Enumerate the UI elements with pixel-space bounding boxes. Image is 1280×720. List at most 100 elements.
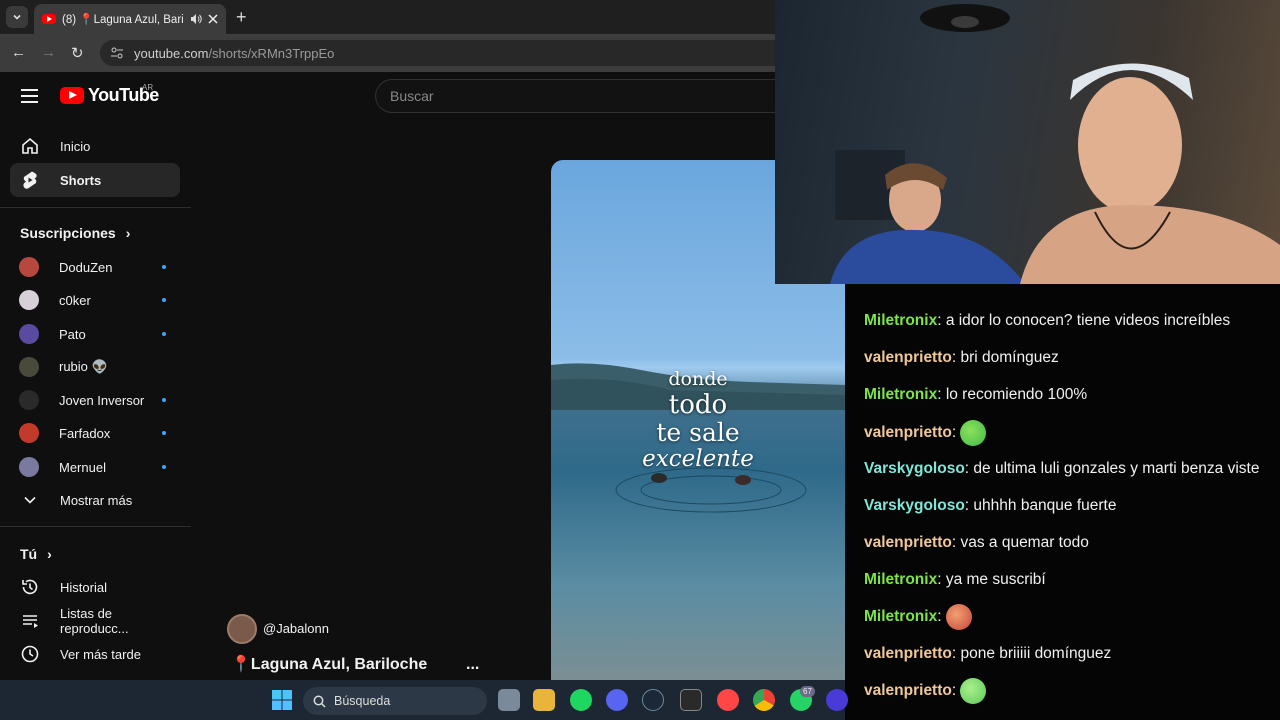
clock-icon (20, 644, 40, 664)
url-path: /shorts/xRMn3TrppEo (208, 45, 335, 61)
avatar (19, 423, 39, 443)
channel-handle[interactable]: @Jabalonn (263, 621, 329, 636)
sidebar-item-playlists[interactable]: Listas de reproducc... (10, 604, 180, 638)
address-bar[interactable]: youtube.com/shorts/xRMn3TrppEo (100, 40, 775, 66)
chevron-right-icon: › (47, 546, 52, 562)
sidebar-item-label: Listas de reproducc... (60, 606, 129, 636)
chat-message: Miletronix: (864, 604, 972, 630)
chat-text: : (951, 682, 957, 700)
sidebar-item-subscription[interactable]: Pato (10, 317, 180, 351)
chat-text: : lo recomiendo 100% (937, 386, 1088, 403)
more-options-button[interactable]: ... (466, 656, 479, 674)
short-title[interactable]: 📍Laguna Azul, Bariloche (231, 654, 427, 674)
site-info-icon[interactable] (110, 46, 124, 60)
chat-message: valenprietto: vas a quemar todo (864, 534, 1089, 552)
chat-username[interactable]: Miletronix (864, 608, 937, 625)
avatar (19, 290, 39, 310)
task-view-icon[interactable] (498, 689, 520, 711)
taskbar-search-label: Búsqueda (334, 694, 391, 708)
reload-button[interactable]: ↻ (71, 44, 84, 62)
sidebar-item-historial[interactable]: Historial (10, 570, 180, 604)
youtube-play-icon (60, 87, 84, 104)
webcam-overlay (775, 0, 1280, 284)
chat-message: Miletronix: a idor lo conocen? tiene vid… (864, 312, 1230, 330)
you-title: Tú (20, 546, 38, 562)
browser-tab[interactable]: (8) 📍Laguna Azul, Bariloche (34, 4, 226, 34)
new-content-dot (162, 298, 166, 302)
spotify-icon[interactable] (570, 689, 592, 711)
webcam-image (830, 4, 1280, 284)
subscription-label: Joven Inversor (59, 392, 145, 408)
sidebar-item-subscription[interactable]: Farfadox (10, 416, 180, 450)
chat-message: valenprietto: (864, 420, 987, 446)
youtube-favicon-icon (42, 14, 56, 24)
chat-text: : de ultima luli gonzales y marti benza … (964, 460, 1260, 477)
sidebar-item-label: Ver más tarde (60, 646, 141, 662)
obs-icon[interactable] (826, 689, 848, 711)
emote-icon (960, 678, 987, 704)
chat-message: Varskygoloso: uhhhh banque fuerte (864, 497, 1116, 515)
chrome-icon[interactable] (753, 689, 775, 711)
sidebar-item-shorts[interactable]: Shorts (10, 163, 180, 197)
speaker-icon[interactable] (190, 13, 202, 25)
sidebar-item-label: Shorts (60, 172, 102, 188)
menu-icon[interactable] (21, 89, 38, 107)
url-domain: youtube.com (134, 45, 209, 61)
taskbar-search[interactable]: Búsqueda (303, 687, 487, 715)
avatar (19, 324, 39, 344)
chat-username[interactable]: Varskygoloso (864, 497, 965, 514)
chat-text: : (951, 424, 957, 442)
chat-message: Miletronix: ya me suscribí (864, 571, 1046, 589)
chat-username[interactable]: Miletronix (864, 312, 937, 329)
channel-avatar[interactable] (227, 614, 257, 644)
chat-text: : ya me suscribí (937, 571, 1046, 588)
epic-games-icon[interactable] (680, 689, 702, 711)
subscriptions-heading[interactable]: Suscripciones › (20, 225, 130, 241)
search-input[interactable]: Buscar (375, 79, 785, 113)
discord-icon[interactable] (606, 689, 628, 711)
overlay-text-line: todo (668, 390, 728, 420)
forward-button[interactable]: → (41, 44, 56, 61)
subscription-label: Pato (59, 326, 86, 342)
close-tab-icon[interactable] (208, 14, 218, 24)
sidebar-item-subscription[interactable]: c0ker (10, 283, 180, 317)
back-button[interactable]: ← (11, 44, 26, 61)
windows-start-icon[interactable] (272, 690, 292, 715)
chevron-down-icon (13, 14, 21, 20)
sidebar-item-subscription[interactable]: Joven Inversor (10, 383, 180, 417)
chat-username[interactable]: valenprietto (864, 424, 952, 441)
show-more-button[interactable]: Mostrar más (10, 483, 180, 517)
tab-search-button[interactable] (6, 6, 28, 28)
sidebar-item-subscription[interactable]: rubio 👽 (10, 350, 180, 384)
ea-icon[interactable] (717, 689, 739, 711)
new-content-dot (162, 431, 166, 435)
you-heading[interactable]: Tú › (20, 546, 52, 562)
chat-text: : pone briiiii domínguez (951, 645, 1112, 662)
chat-message: valenprietto: pone briiiii domínguez (864, 645, 1111, 663)
chat-username[interactable]: Varskygoloso (864, 460, 965, 477)
show-more-label: Mostrar más (60, 492, 133, 508)
sidebar-item-subscription[interactable]: Mernuel (10, 450, 180, 484)
new-content-dot (162, 465, 166, 469)
chat-text: : bri domínguez (951, 349, 1059, 366)
home-icon (20, 136, 40, 156)
file-explorer-icon[interactable] (533, 689, 555, 711)
chat-username[interactable]: valenprietto (864, 682, 952, 699)
chat-username[interactable]: valenprietto (864, 534, 952, 551)
new-tab-button[interactable]: + (236, 7, 247, 28)
sidebar-item-label: Historial (60, 579, 107, 595)
steam-icon[interactable] (642, 689, 664, 711)
sidebar-divider (0, 207, 191, 208)
chat-username[interactable]: valenprietto (864, 349, 952, 366)
sidebar-item-subscription[interactable]: DoduZen (10, 250, 180, 284)
subscription-label: Farfadox (59, 425, 111, 441)
chat-username[interactable]: valenprietto (864, 645, 952, 662)
search-icon (313, 695, 326, 708)
chat-username[interactable]: Miletronix (864, 571, 937, 588)
url-text: youtube.com/shorts/xRMn3TrppEo (134, 46, 334, 61)
sidebar-item-watch-later[interactable]: Ver más tarde (10, 637, 180, 671)
chat-text: : uhhhh banque fuerte (964, 497, 1117, 514)
chat-username[interactable]: Miletronix (864, 386, 937, 403)
country-code: AR (142, 83, 154, 92)
sidebar-item-inicio[interactable]: Inicio (10, 129, 180, 163)
